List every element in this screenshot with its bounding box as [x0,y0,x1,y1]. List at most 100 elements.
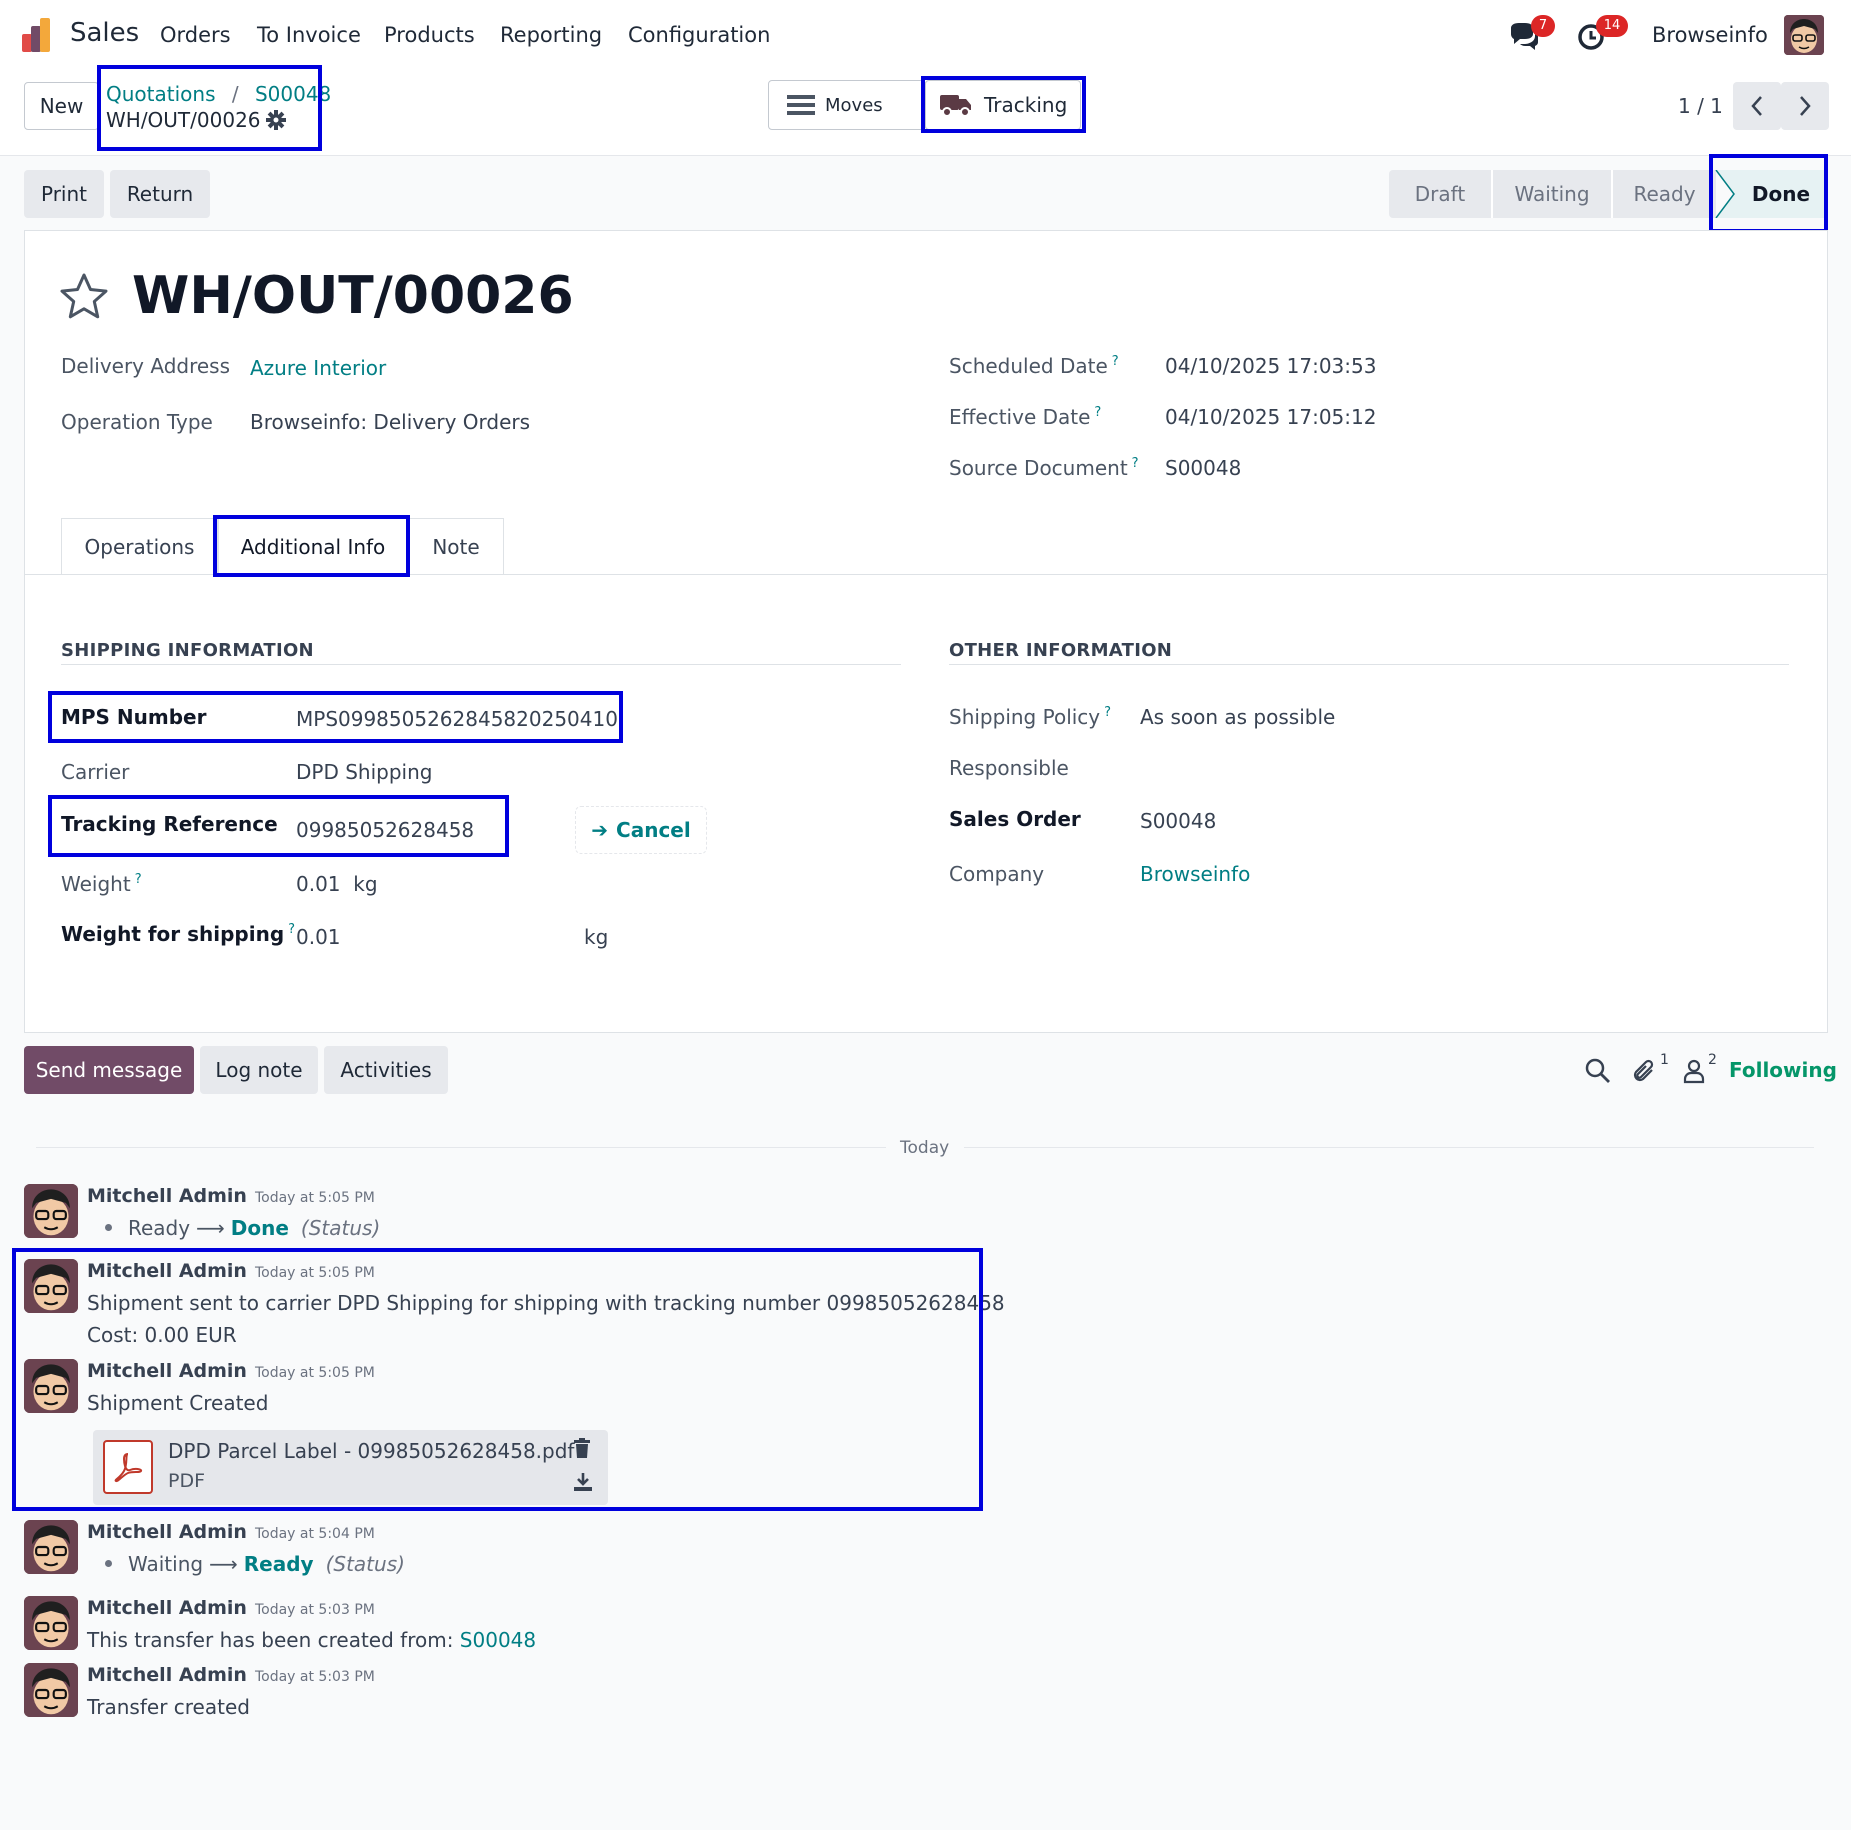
day-label: Today [900,1138,950,1158]
pager-previous[interactable] [1733,82,1781,130]
tab-note[interactable]: Note [408,518,504,574]
breadcrumb-current: WH/OUT/00026 [106,108,261,132]
message-author: Mitchell Admin Today at 5:05 PM [87,1260,375,1282]
message-link[interactable]: S00048 [460,1628,536,1652]
menu-reporting[interactable]: Reporting [500,23,602,47]
pager-next[interactable] [1781,82,1829,130]
truck-icon [940,95,971,117]
mps-number-value[interactable]: MPS09985052628458202504​10 [296,707,618,731]
message-avatar[interactable] [24,1520,78,1574]
scheduled-date-value[interactable]: 04/10/2025 17:03:53 [1165,354,1376,378]
gear-icon[interactable] [265,109,287,131]
weight-for-shipping-value[interactable]: 0.01 [296,925,341,949]
help-icon[interactable]: ? [135,872,142,887]
send-message-button[interactable]: Send message [24,1046,194,1094]
help-icon[interactable]: ? [1132,456,1139,471]
scheduled-date-label: Scheduled Date? [949,354,1119,378]
source-document-value[interactable]: S00048 [1165,456,1241,480]
help-icon[interactable]: ? [1104,705,1111,720]
author-name[interactable]: Mitchell Admin [87,1185,247,1207]
activities-button[interactable]: Activities [324,1046,448,1094]
menu-orders[interactable]: Orders [160,23,231,47]
control-panel: New Quotations / S00048 WH/OUT/00026 Mov… [0,65,1851,156]
weight-label: Weight? [61,872,142,896]
tracking-smart-button[interactable]: Tracking [925,80,1081,130]
carrier-value[interactable]: DPD Shipping [296,760,432,784]
following-button[interactable]: Following [1729,1058,1837,1082]
day-divider-right [964,1147,1814,1148]
author-name[interactable]: Mitchell Admin [87,1260,247,1282]
menu-products[interactable]: Products [384,23,475,47]
help-icon[interactable]: ? [1112,354,1119,369]
sales-order-value[interactable]: S00048 [1140,809,1216,833]
weight-for-shipping-unit: kg [584,925,609,949]
message-time: Today at 5:04 PM [254,1526,375,1542]
changed-field: (Status) [325,1552,405,1576]
shipping-policy-value[interactable]: As soon as possible [1140,705,1335,729]
help-icon[interactable]: ? [288,922,295,937]
delivery-address-label: Delivery Address [61,354,231,378]
tracking-reference-value[interactable]: 09985052628458 [296,818,474,842]
company-value[interactable]: Browseinfo [1140,862,1250,886]
delivery-address-value[interactable]: Azure Interior [250,356,386,380]
cancel-shipment-button[interactable]: ➔ Cancel [575,806,707,854]
followers-icon[interactable] [1680,1057,1708,1085]
status-ready[interactable]: Ready [1611,170,1716,218]
author-name[interactable]: Mitchell Admin [87,1597,247,1619]
status-done-chevron [1714,169,1736,219]
message-author: Mitchell Admin Today at 5:04 PM [87,1521,375,1543]
message-avatar[interactable] [24,1359,78,1413]
moves-smart-button[interactable]: Moves [768,80,926,130]
tracking-value-change: Waiting ⟶ Ready (Status) [87,1552,405,1576]
new-value: Ready [243,1552,314,1576]
company-switcher[interactable]: Browseinfo [1652,23,1768,47]
top-navbar: Sales Orders To Invoice Products Reporti… [0,0,1851,72]
attachment-card[interactable]: DPD Parcel Label - 09985052628458.pdf PDF [93,1430,608,1505]
download-icon[interactable] [573,1472,593,1494]
message-avatar[interactable] [24,1596,78,1650]
breadcrumb-quotations[interactable]: Quotations [106,82,215,106]
return-button[interactable]: Return [110,170,210,218]
menu-to-invoice[interactable]: To Invoice [257,23,361,47]
message-avatar[interactable] [24,1259,78,1313]
attachment-type: PDF [168,1470,206,1492]
weight-value: 0.01 kg [296,872,378,896]
shipping-section-title: SHIPPING INFORMATION [61,640,314,661]
message-avatar[interactable] [24,1663,78,1717]
app-root: Sales Orders To Invoice Products Reporti… [0,0,1851,1830]
help-icon[interactable]: ? [1094,405,1101,420]
message-time: Today at 5:05 PM [254,1265,375,1281]
source-document-label: Source Document? [949,456,1139,480]
app-name[interactable]: Sales [70,18,139,48]
tracking-label: Tracking [984,93,1068,117]
shipping-policy-label: Shipping Policy? [949,705,1112,729]
effective-date-label: Effective Date? [949,405,1102,429]
tracking-reference-label: Tracking Reference [61,812,278,836]
new-button[interactable]: New [24,82,99,130]
search-icon[interactable] [1584,1057,1612,1085]
trash-icon[interactable] [573,1438,593,1460]
paperclip-icon[interactable] [1630,1057,1658,1085]
author-name[interactable]: Mitchell Admin [87,1360,247,1382]
print-button[interactable]: Print [24,170,104,218]
pager-value[interactable]: 1 / 1 [1678,94,1723,118]
message-text-cost: Cost: 0.00 EUR [87,1323,237,1347]
operation-type-value[interactable]: Browseinfo: Delivery Orders [250,410,530,434]
tab-operations[interactable]: Operations [61,518,218,574]
sales-app-icon[interactable] [22,18,58,52]
message-avatar[interactable] [24,1184,78,1238]
user-avatar[interactable] [1784,15,1824,55]
log-note-button[interactable]: Log note [200,1046,318,1094]
menu-configuration[interactable]: Configuration [628,23,770,47]
star-icon[interactable] [58,271,110,323]
author-name[interactable]: Mitchell Admin [87,1664,247,1686]
status-waiting[interactable]: Waiting [1491,170,1611,218]
author-name[interactable]: Mitchell Admin [87,1521,247,1543]
operation-type-label: Operation Type [61,410,213,434]
tab-additional-info[interactable]: Additional Info [218,518,408,574]
chevron-left-icon [1751,96,1762,116]
arrow-right-icon: ⟶ [196,1216,225,1240]
list-icon [787,95,815,115]
status-draft[interactable]: Draft [1389,170,1491,218]
breadcrumb-order[interactable]: S00048 [255,82,331,106]
